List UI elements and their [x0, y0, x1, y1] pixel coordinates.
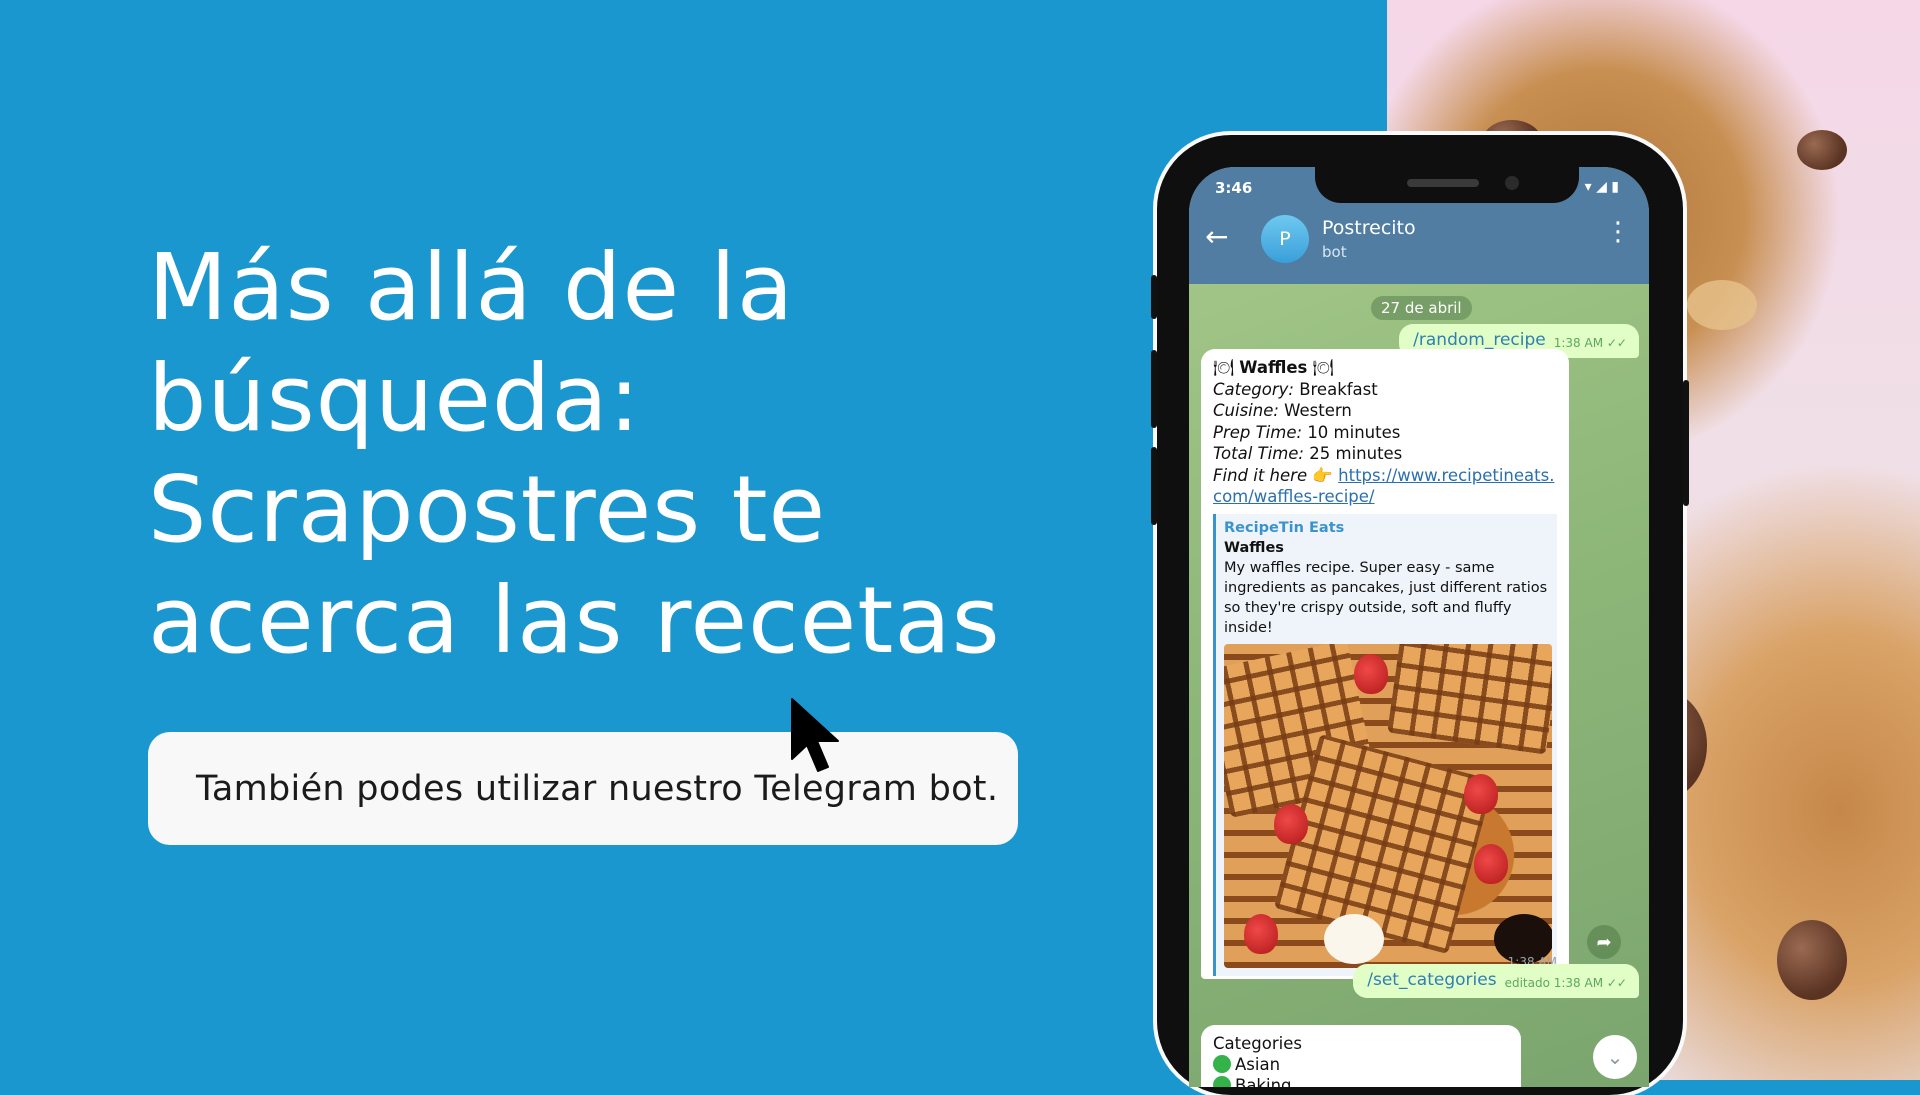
chat-subtitle: bot — [1322, 243, 1347, 261]
total-time-value: 25 minutes — [1309, 444, 1403, 463]
phone-side-button — [1151, 350, 1157, 428]
phone-side-button — [1151, 447, 1157, 525]
pointing-hand-icon: 👉 — [1312, 465, 1333, 485]
headline-line-4: acerca las recetas — [148, 567, 1001, 674]
recipe-message[interactable]: 🍽 Waffles 🍽 Category: Breakfast Cuisine:… — [1201, 349, 1569, 979]
telegram-screen: 3:46 ▾ ◢ ▮ ← P Postrecito bot ⋮ 27 de ab… — [1189, 167, 1649, 1087]
find-label: Find it here — [1213, 465, 1308, 485]
scroll-down-chevron-icon[interactable]: ⌄ — [1593, 1035, 1637, 1079]
cta-text: También podes utilizar nuestro Telegram … — [196, 768, 999, 809]
waffles-image[interactable] — [1224, 643, 1552, 968]
categories-message[interactable]: Categories Asian Baking — [1201, 1025, 1521, 1087]
telegram-cta-box[interactable]: También podes utilizar nuestro Telegram … — [148, 732, 1018, 845]
mouse-cursor-icon — [791, 698, 839, 772]
phone-notch — [1315, 167, 1579, 203]
green-circle-icon — [1213, 1076, 1231, 1087]
headline-line-2: búsqueda: — [148, 345, 641, 452]
message-time: editado 1:38 AM ✓✓ — [1504, 976, 1627, 990]
headline-line-3: Scrapostres te — [148, 456, 827, 563]
plate-icon: 🍽 — [1312, 358, 1334, 377]
back-arrow-icon[interactable]: ← — [1205, 223, 1228, 251]
message-text: /set_categories — [1367, 970, 1497, 990]
link-preview[interactable]: RecipeTin Eats Waffles My waffles recipe… — [1213, 513, 1557, 976]
more-options-icon[interactable]: ⋮ — [1605, 219, 1631, 245]
category-item[interactable]: Baking — [1213, 1075, 1509, 1087]
categories-title: Categories — [1213, 1034, 1302, 1053]
phone-side-button — [1683, 380, 1689, 506]
category-item[interactable]: Asian — [1213, 1054, 1509, 1075]
prep-time-value: 10 minutes — [1307, 422, 1401, 442]
phone-side-button — [1151, 275, 1157, 319]
category-value: Breakfast — [1299, 379, 1378, 399]
headline: Más allá de la búsqueda: Scrapostres te … — [148, 232, 1001, 676]
green-circle-icon — [1213, 1055, 1231, 1073]
total-time-label: Total Time: — [1213, 444, 1304, 463]
outgoing-message[interactable]: /set_categories editado 1:38 AM ✓✓ — [1353, 964, 1639, 998]
avatar-letter: P — [1279, 228, 1291, 250]
recipe-title: Waffles — [1239, 358, 1308, 377]
signal-battery-icon: ▾ ◢ ▮ — [1584, 179, 1619, 195]
headline-line-1: Más allá de la — [148, 234, 795, 341]
preview-site-name: RecipeTin Eats — [1224, 519, 1345, 536]
speaker-icon — [1407, 179, 1479, 187]
share-icon[interactable]: ➦ — [1587, 925, 1621, 959]
cuisine-label: Cuisine: — [1213, 401, 1279, 420]
avatar[interactable]: P — [1261, 215, 1309, 263]
cuisine-value: Western — [1284, 401, 1352, 420]
phone-mockup: 3:46 ▾ ◢ ▮ ← P Postrecito bot ⋮ 27 de ab… — [1151, 135, 1689, 1095]
chat-title[interactable]: Postrecito — [1322, 217, 1416, 239]
prep-time-label: Prep Time: — [1213, 422, 1303, 442]
status-time: 3:46 — [1215, 179, 1253, 197]
message-time: 1:38 AM ✓✓ — [1553, 336, 1627, 350]
plate-icon: 🍽 — [1213, 358, 1234, 377]
category-label: Category: — [1213, 379, 1294, 399]
preview-description: My waffles recipe. Super easy - same ing… — [1224, 559, 1548, 636]
message-text: /random_recipe — [1413, 330, 1546, 350]
date-separator: 27 de abril — [1371, 296, 1472, 320]
preview-title: Waffles — [1224, 539, 1284, 556]
camera-icon — [1505, 176, 1519, 190]
